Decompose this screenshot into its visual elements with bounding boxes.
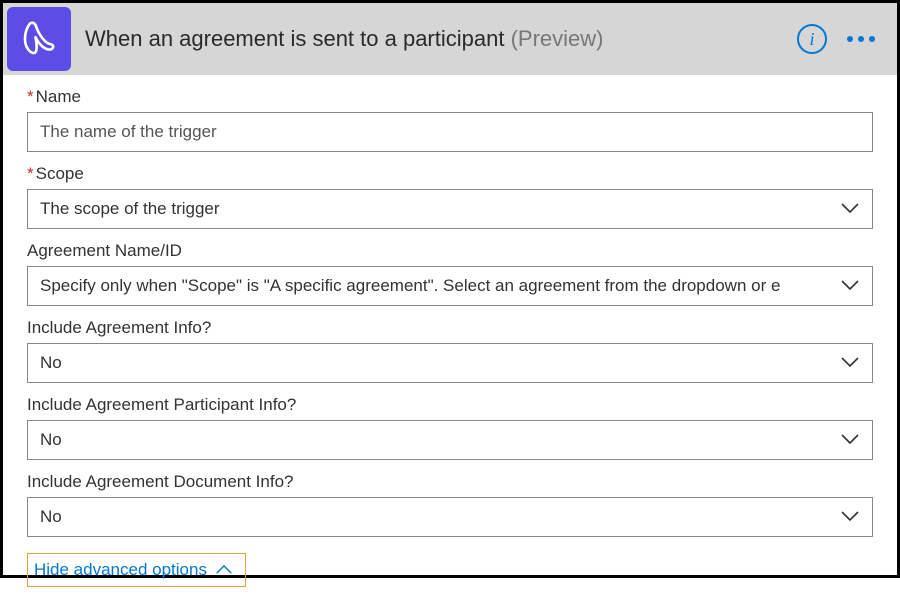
- agreement-id-select[interactable]: Specify only when "Scope" is "A specific…: [27, 266, 873, 306]
- field-name: *Name: [27, 87, 873, 152]
- card-header: When an agreement is sent to a participa…: [3, 3, 897, 75]
- chevron-down-icon: [840, 276, 860, 296]
- hide-advanced-options-button[interactable]: Hide advanced options: [27, 553, 246, 587]
- include-participant-label: Include Agreement Participant Info?: [27, 395, 873, 415]
- field-include-participant-info: Include Agreement Participant Info? No: [27, 395, 873, 460]
- field-scope: *Scope The scope of the trigger: [27, 164, 873, 229]
- field-agreement-id: Agreement Name/ID Specify only when "Sco…: [27, 241, 873, 306]
- adobe-sign-icon: [7, 7, 71, 71]
- more-menu-icon[interactable]: [847, 36, 879, 42]
- include-participant-value: No: [40, 430, 840, 450]
- include-info-label: Include Agreement Info?: [27, 318, 873, 338]
- title-text: When an agreement is sent to a participa…: [85, 26, 504, 51]
- form-body: *Name *Scope The scope of the trigger Ag…: [3, 75, 897, 601]
- scope-label: *Scope: [27, 164, 873, 184]
- chevron-down-icon: [840, 353, 860, 373]
- scope-select[interactable]: The scope of the trigger: [27, 189, 873, 229]
- include-document-value: No: [40, 507, 840, 527]
- name-label: *Name: [27, 87, 873, 107]
- include-info-select[interactable]: No: [27, 343, 873, 383]
- scope-placeholder: The scope of the trigger: [40, 199, 840, 219]
- agreement-id-label: Agreement Name/ID: [27, 241, 873, 261]
- info-icon[interactable]: i: [797, 24, 827, 54]
- title-suffix: (Preview): [511, 26, 604, 51]
- chevron-up-icon: [215, 560, 233, 580]
- include-document-label: Include Agreement Document Info?: [27, 472, 873, 492]
- advanced-toggle-label: Hide advanced options: [34, 560, 207, 580]
- chevron-down-icon: [840, 430, 860, 450]
- chevron-down-icon: [840, 507, 860, 527]
- include-document-select[interactable]: No: [27, 497, 873, 537]
- include-info-value: No: [40, 353, 840, 373]
- agreement-id-placeholder: Specify only when "Scope" is "A specific…: [40, 276, 840, 296]
- name-input[interactable]: [40, 113, 860, 151]
- field-include-document-info: Include Agreement Document Info? No: [27, 472, 873, 537]
- name-input-wrapper: [27, 112, 873, 152]
- include-participant-select[interactable]: No: [27, 420, 873, 460]
- card-title: When an agreement is sent to a participa…: [85, 26, 797, 52]
- chevron-down-icon: [840, 199, 860, 219]
- field-include-agreement-info: Include Agreement Info? No: [27, 318, 873, 383]
